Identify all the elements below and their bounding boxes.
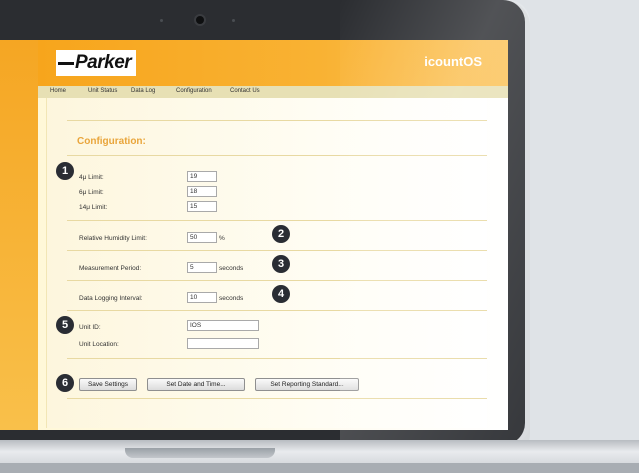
logging-input[interactable]: 10: [187, 292, 217, 303]
limit-4-input[interactable]: 19: [187, 171, 217, 182]
page-title: Configuration:: [77, 136, 146, 147]
callout-badge-6: 6: [56, 374, 74, 392]
sensor-dot: [232, 19, 235, 22]
nav-data-log[interactable]: Data Log: [131, 88, 155, 94]
humidity-unit: %: [219, 235, 225, 242]
divider: [67, 280, 487, 281]
divider: [67, 120, 487, 121]
config-panel: Configuration: 4μ Limit: 19 6μ Limit: 18…: [46, 98, 487, 428]
unit-id-label: Unit ID:: [79, 324, 101, 331]
limit-14-label: 14μ Limit:: [79, 204, 108, 211]
limit-4-label: 4μ Limit:: [79, 174, 104, 181]
logging-label: Data Logging Interval:: [79, 295, 143, 302]
callout-badge-2: 2: [272, 225, 290, 243]
limit-6-label: 6μ Limit:: [79, 189, 104, 196]
callout-badge-5: 5: [56, 316, 74, 334]
limit-14-input[interactable]: 15: [187, 201, 217, 212]
set-reporting-standard-button[interactable]: Set Reporting Standard...: [255, 378, 359, 391]
laptop-hinge-notch: [125, 448, 275, 458]
parker-logo: Parker: [56, 50, 136, 76]
page-header: Parker icountOS: [38, 40, 508, 86]
unit-location-input[interactable]: [187, 338, 259, 349]
unit-id-input[interactable]: IOS: [187, 320, 259, 331]
divider: [67, 398, 487, 399]
divider: [67, 155, 487, 156]
set-date-time-button[interactable]: Set Date and Time...: [147, 378, 245, 391]
laptop-base-edge: [0, 463, 639, 473]
screen-bezel: Parker icountOS Home Unit Status Data Lo…: [0, 0, 530, 445]
nav-home[interactable]: Home: [50, 88, 66, 94]
nav-configuration[interactable]: Configuration: [176, 88, 212, 94]
callout-badge-1: 1: [56, 162, 74, 180]
sensor-dot: [160, 19, 163, 22]
logo-bar: [58, 61, 74, 65]
logo-text: Parker: [75, 52, 132, 73]
divider: [67, 358, 487, 359]
humidity-input[interactable]: 50: [187, 232, 217, 243]
callout-badge-3: 3: [272, 255, 290, 273]
unit-location-label: Unit Location:: [79, 341, 119, 348]
divider: [67, 220, 487, 221]
limit-6-input[interactable]: 18: [187, 186, 217, 197]
webcam-icon: [196, 16, 204, 24]
save-settings-button[interactable]: Save Settings: [79, 378, 137, 391]
divider: [67, 250, 487, 251]
measurement-label: Measurement Period:: [79, 265, 142, 272]
measurement-unit: seconds: [219, 265, 244, 272]
humidity-label: Relative Humidity Limit:: [79, 235, 147, 242]
callout-badge-4: 4: [272, 285, 290, 303]
nav-contact-us[interactable]: Contact Us: [230, 88, 260, 94]
app-name: icountOS: [424, 54, 482, 69]
left-accent-band: [0, 40, 38, 430]
nav-unit-status[interactable]: Unit Status: [88, 88, 117, 94]
logging-unit: seconds: [219, 295, 244, 302]
measurement-input[interactable]: 5: [187, 262, 217, 273]
divider: [67, 310, 487, 311]
screen: Parker icountOS Home Unit Status Data Lo…: [0, 40, 508, 430]
